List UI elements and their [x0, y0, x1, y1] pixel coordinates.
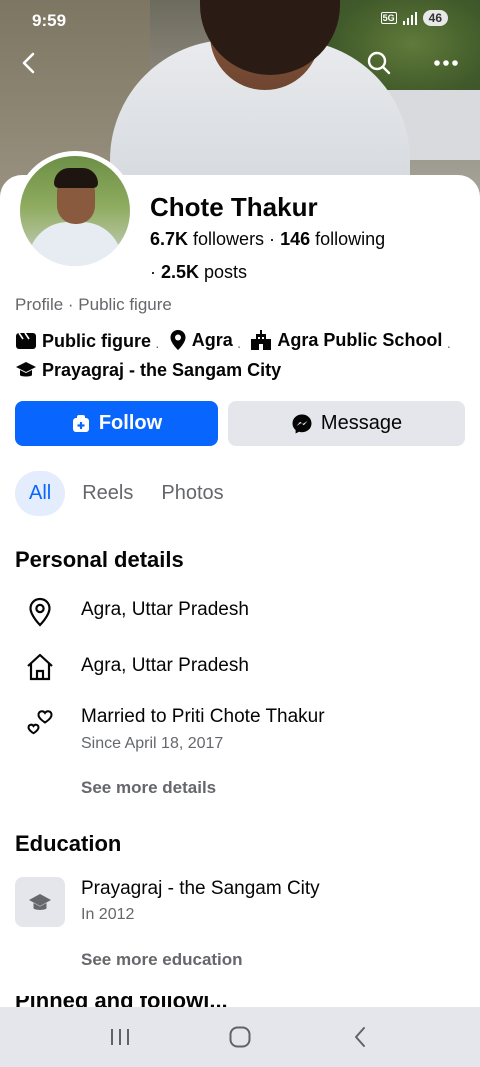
profile-stats: 6.7K followers · 146 following: [150, 229, 385, 250]
home-icon: [24, 651, 56, 683]
avatar-photo: [20, 156, 130, 266]
personal-details-title: Personal details: [15, 547, 184, 572]
education-thumbnail: [15, 877, 65, 927]
education-title: Education: [15, 831, 122, 856]
relationship-hearts-icon: [24, 706, 56, 738]
status-time: 9:59: [32, 11, 67, 30]
posts-prefix: ·: [150, 262, 161, 282]
posts-count: 2.5K: [161, 262, 200, 282]
system-back-button[interactable]: [340, 1017, 380, 1057]
tab-photos[interactable]: Photos: [150, 471, 234, 516]
system-navigation-bar: [0, 1007, 480, 1067]
intro-separator: ·: [446, 338, 452, 354]
intro-item-label: Public figure: [42, 331, 152, 351]
intro-item-public-figure[interactable]: Public figure: [15, 329, 151, 353]
signal-icon: [402, 11, 417, 25]
intro-details: Public figure · Agra · Agra Public Schoo…: [15, 328, 470, 386]
location-pin-icon: [170, 330, 186, 350]
message-button-label: Message: [320, 412, 403, 434]
followers-count[interactable]: 6.7K: [150, 229, 188, 249]
followers-label[interactable]: followers ·: [188, 229, 280, 249]
profile-posts: · 2.5K posts: [150, 262, 247, 283]
current-city[interactable]: Agra, Uttar Pradesh: [81, 599, 249, 621]
following-label[interactable]: following: [310, 229, 385, 249]
intro-item-label: Agra: [191, 330, 233, 350]
follow-button[interactable]: Follow: [15, 401, 218, 446]
status-bar: 9:59 5G 46: [0, 0, 480, 40]
page-icon: [16, 332, 36, 349]
add-friend-icon: [72, 414, 89, 432]
education-school[interactable]: Prayagraj - the Sangam City: [81, 878, 320, 900]
home-circle-icon: [229, 1026, 251, 1048]
graduation-cap-icon: [29, 894, 51, 910]
see-more-details-link[interactable]: See more details: [81, 778, 216, 798]
more-dots-icon: [434, 60, 458, 66]
search-button[interactable]: [362, 46, 396, 80]
intro-item-label: Prayagraj - the Sangam City: [42, 360, 282, 380]
network-type-icon: 5G: [380, 12, 397, 24]
graduation-cap-icon: [16, 362, 36, 377]
education-year: In 2012: [81, 906, 135, 923]
relationship-since: Since April 18, 2017: [81, 735, 224, 752]
status-indicators: 5G 46: [380, 10, 448, 26]
see-more-education-link[interactable]: See more education: [81, 950, 243, 970]
more-options-button[interactable]: [429, 46, 463, 80]
tab-all[interactable]: All: [15, 471, 66, 516]
search-icon: [367, 51, 391, 75]
home-button[interactable]: [220, 1017, 260, 1057]
message-button[interactable]: Message: [228, 401, 465, 446]
relationship-status[interactable]: Married to Priti Chote Thakur: [81, 706, 325, 728]
intro-item-label: Agra Public School: [277, 330, 443, 350]
follow-button-label: Follow: [98, 412, 163, 434]
intro-item-education[interactable]: Prayagraj - the Sangam City: [15, 358, 281, 382]
posts-label: posts: [199, 262, 248, 282]
messenger-icon: [292, 414, 312, 433]
intro-separator: ·: [236, 338, 242, 354]
profile-name: Chote Thakur: [150, 192, 318, 222]
intro-item-school[interactable]: Agra Public School: [250, 328, 442, 352]
following-count[interactable]: 146: [280, 229, 310, 249]
chevron-left-icon: [22, 52, 35, 74]
avatar-photo-shirt: [28, 222, 122, 266]
intro-separator: ·: [155, 338, 160, 354]
hometown[interactable]: Agra, Uttar Pradesh: [81, 655, 249, 677]
intro-item-location[interactable]: Agra: [169, 328, 233, 352]
battery-icon: 46: [422, 10, 448, 26]
school-icon: [251, 330, 272, 350]
recent-apps-icon: [111, 1029, 129, 1045]
back-button[interactable]: [12, 46, 46, 80]
profile-category: Profile · Public figure: [15, 295, 172, 314]
tab-reels[interactable]: Reels: [71, 471, 144, 516]
profile-avatar[interactable]: [15, 151, 135, 271]
profile-tabs: All Reels Photos: [15, 471, 235, 516]
avatar-photo-hair: [54, 168, 98, 188]
chevron-left-icon: [355, 1027, 365, 1047]
recent-apps-button[interactable]: [100, 1017, 140, 1057]
location-pin-icon: [24, 596, 56, 628]
